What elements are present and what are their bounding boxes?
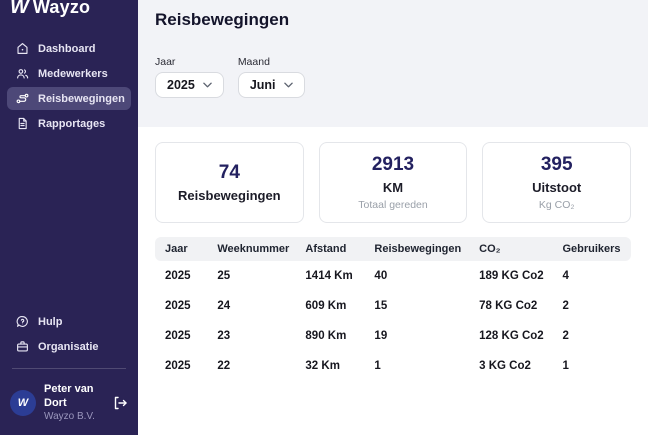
stat-sublabel: Totaal gereden: [326, 199, 461, 211]
cell-gebruikers: 4: [552, 261, 631, 291]
table-row[interactable]: 2025 25 1414 Km 40 189 KG Co2 4: [155, 261, 631, 291]
user-name: Peter van Dort: [44, 383, 104, 411]
briefcase-icon: [16, 340, 29, 353]
col-jaar: Jaar: [155, 237, 207, 261]
cell-afstand: 609 Km: [295, 291, 364, 321]
cell-co2: 128 KG Co2: [469, 321, 552, 351]
sidebar-item-reisbewegingen[interactable]: Reisbewegingen: [7, 87, 131, 110]
cell-gebruikers: 1: [552, 351, 631, 381]
col-gebruikers: Gebruikers: [552, 237, 631, 261]
route-icon: [16, 92, 29, 105]
sidebar-item-label: Dashboard: [38, 43, 95, 55]
home-icon: [16, 42, 29, 55]
sidebar-item-dashboard[interactable]: Dashboard: [7, 37, 131, 60]
wayzo-logo-text: Wayzo: [33, 0, 90, 18]
filters: Jaar 2025 Maand Juni: [155, 56, 648, 98]
document-icon: [16, 117, 29, 130]
col-weeknummer: Weeknummer: [207, 237, 295, 261]
sidebar-item-label: Hulp: [38, 316, 62, 328]
sidebar-item-label: Organisatie: [38, 341, 99, 353]
table-header-row: Jaar Weeknummer Afstand Reisbewegingen C…: [155, 237, 631, 261]
cell-co2: 3 KG Co2: [469, 351, 552, 381]
user-avatar: W: [10, 390, 36, 416]
sidebar-item-label: Medewerkers: [38, 68, 108, 80]
cell-gebruikers: 2: [552, 291, 631, 321]
user-company: Wayzo B.V.: [44, 411, 104, 424]
cell-jaar: 2025: [155, 351, 207, 381]
cell-weeknummer: 25: [207, 261, 295, 291]
stat-card-uitstoot: 395 Uitstoot Kg CO₂: [482, 142, 631, 223]
wayzo-logo-icon: W: [10, 0, 28, 19]
maand-select-value: Juni: [250, 78, 276, 92]
chevron-down-icon: [203, 82, 212, 88]
col-co2: CO₂: [469, 237, 552, 261]
filter-jaar: Jaar 2025: [155, 56, 224, 98]
cell-afstand: 32 Km: [295, 351, 364, 381]
page-title: Reisbewegingen: [155, 10, 648, 30]
stat-card-reisbewegingen: 74 Reisbewegingen: [155, 142, 304, 223]
content-area: 74 Reisbewegingen 2913 KM Totaal gereden…: [138, 127, 648, 435]
maand-select[interactable]: Juni: [238, 72, 305, 98]
jaar-select[interactable]: 2025: [155, 72, 224, 98]
sidebar-item-hulp[interactable]: Hulp: [7, 310, 131, 333]
cell-weeknummer: 23: [207, 321, 295, 351]
stat-sublabel: Kg CO₂: [489, 199, 624, 211]
filter-jaar-label: Jaar: [155, 56, 224, 68]
stat-value: 2913: [326, 154, 461, 176]
sidebar-nav: Dashboard Medewerkers Reisbewegingen Rap…: [0, 35, 138, 137]
sidebar-item-organisatie[interactable]: Organisatie: [7, 335, 131, 358]
table-row[interactable]: 2025 22 32 Km 1 3 KG Co2 1: [155, 351, 631, 381]
cell-afstand: 1414 Km: [295, 261, 364, 291]
sidebar-item-medewerkers[interactable]: Medewerkers: [7, 62, 131, 85]
sidebar-item-rapportages[interactable]: Rapportages: [7, 112, 131, 135]
filter-maand-label: Maand: [238, 56, 305, 68]
cell-jaar: 2025: [155, 261, 207, 291]
sidebar: W Wayzo Dashboard Medewerkers Reisbewegi…: [0, 0, 138, 435]
cell-reisbewegingen: 1: [364, 351, 469, 381]
stat-value: 395: [489, 154, 624, 176]
cell-weeknummer: 24: [207, 291, 295, 321]
cell-afstand: 890 Km: [295, 321, 364, 351]
weekly-table: Jaar Weeknummer Afstand Reisbewegingen C…: [155, 237, 631, 381]
people-icon: [16, 67, 29, 80]
chevron-down-icon: [284, 82, 293, 88]
cell-weeknummer: 22: [207, 351, 295, 381]
stat-label: Uitstoot: [489, 180, 624, 195]
cell-reisbewegingen: 15: [364, 291, 469, 321]
logout-icon[interactable]: [112, 395, 128, 411]
cell-co2: 189 KG Co2: [469, 261, 552, 291]
stat-card-km: 2913 KM Totaal gereden: [319, 142, 468, 223]
sidebar-divider: [12, 368, 126, 369]
table-row[interactable]: 2025 24 609 Km 15 78 KG Co2 2: [155, 291, 631, 321]
filter-maand: Maand Juni: [238, 56, 305, 98]
stat-label: KM: [326, 180, 461, 195]
cell-co2: 78 KG Co2: [469, 291, 552, 321]
stat-label: Reisbewegingen: [162, 188, 297, 203]
cell-gebruikers: 2: [552, 321, 631, 351]
stat-value: 74: [162, 162, 297, 184]
jaar-select-value: 2025: [167, 78, 195, 92]
cell-reisbewegingen: 40: [364, 261, 469, 291]
user-profile[interactable]: W Peter van Dort Wayzo B.V.: [0, 379, 138, 435]
sidebar-item-label: Reisbewegingen: [38, 93, 125, 105]
cell-jaar: 2025: [155, 291, 207, 321]
help-icon: [16, 315, 29, 328]
sidebar-item-label: Rapportages: [38, 118, 105, 130]
main-content: Reisbewegingen Jaar 2025 Maand Juni: [138, 0, 648, 435]
app-window: W Wayzo Dashboard Medewerkers Reisbewegi…: [0, 0, 648, 435]
sidebar-footer: Hulp Organisatie W Peter van Dort Wayzo …: [0, 308, 138, 435]
page-header: Reisbewegingen Jaar 2025 Maand Juni: [138, 0, 648, 127]
table-row[interactable]: 2025 23 890 Km 19 128 KG Co2 2: [155, 321, 631, 351]
stat-cards: 74 Reisbewegingen 2913 KM Totaal gereden…: [155, 142, 631, 223]
cell-reisbewegingen: 19: [364, 321, 469, 351]
wayzo-logo[interactable]: W Wayzo: [0, 0, 138, 25]
user-meta: Peter van Dort Wayzo B.V.: [44, 383, 104, 423]
cell-jaar: 2025: [155, 321, 207, 351]
col-afstand: Afstand: [295, 237, 364, 261]
col-reisbewegingen: Reisbewegingen: [364, 237, 469, 261]
